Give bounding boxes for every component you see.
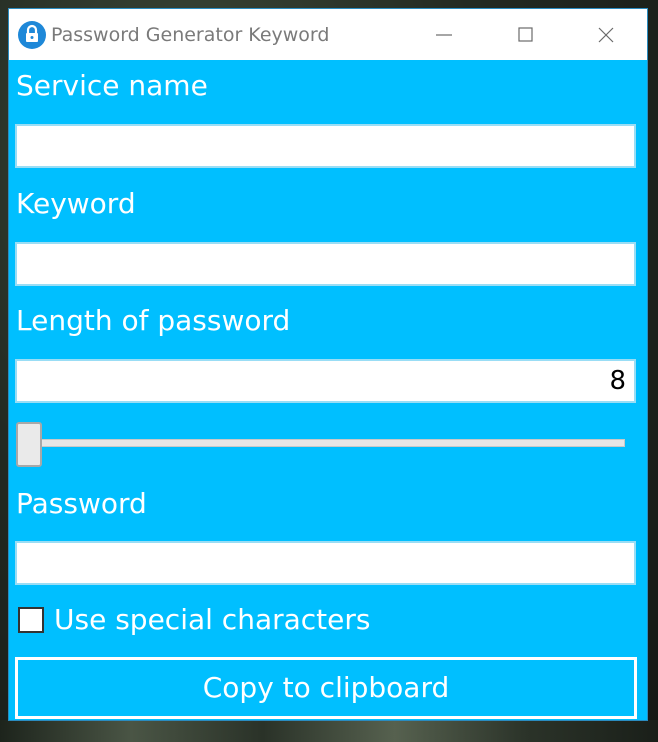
password-length-label: Length of password [16,304,291,337]
password-output[interactable] [15,541,636,585]
password-length-slider[interactable] [17,439,625,447]
close-icon [598,27,614,43]
copy-to-clipboard-button[interactable]: Copy to clipboard [15,657,637,719]
desktop-background [0,720,658,742]
lock-icon [18,21,46,49]
special-characters-option[interactable]: Use special characters [18,602,518,638]
password-length-input[interactable] [15,359,636,403]
maximize-button[interactable] [496,9,554,60]
maximize-icon [518,27,533,42]
service-name-input[interactable] [15,124,636,168]
special-characters-checkbox[interactable] [18,607,44,633]
window-title: Password Generator Keyword [51,24,330,46]
close-button[interactable] [576,9,634,60]
keyword-input[interactable] [15,242,636,286]
service-name-label: Service name [16,69,208,102]
keyword-label: Keyword [16,187,136,220]
password-label: Password [16,487,147,520]
title-bar[interactable]: Password Generator Keyword [9,9,647,60]
slider-thumb[interactable] [16,422,42,467]
app-window: Password Generator Keyword Service name … [9,9,647,720]
minimize-icon [436,34,452,36]
special-characters-label: Use special characters [54,603,371,636]
minimize-button[interactable] [415,9,473,60]
